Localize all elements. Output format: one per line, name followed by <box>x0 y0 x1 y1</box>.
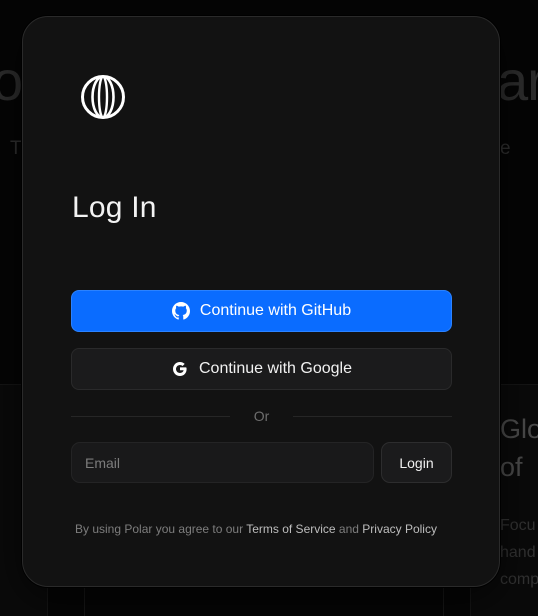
background-hero-text-right: ar <box>497 49 538 112</box>
terms-prefix-text: By using Polar you agree to our <box>75 522 247 536</box>
github-icon <box>171 302 190 320</box>
background-subtitle-left: T <box>10 138 22 159</box>
or-divider: Or <box>71 407 452 425</box>
background-card-text: Focu hand comp <box>500 517 538 588</box>
background-hero-text-left: o <box>0 49 23 112</box>
divider-text: Or <box>253 408 270 424</box>
github-button-label: Continue with GitHub <box>199 302 352 319</box>
terms-conjunction-text: and <box>335 522 363 536</box>
terms-notice: By using Polar you agree to our Terms of… <box>75 522 455 536</box>
background-card-title: Glo of <box>500 414 538 482</box>
background-card-bottom <box>84 586 444 616</box>
divider-line-left <box>71 415 230 417</box>
terms-of-service-link[interactable]: Terms of Service <box>246 522 335 536</box>
google-icon <box>171 360 189 378</box>
page-title: Log In <box>72 191 157 224</box>
continue-with-google-button[interactable]: Continue with Google <box>71 348 452 390</box>
continue-with-github-button[interactable]: Continue with GitHub <box>71 290 452 332</box>
background-subtitle-right: e <box>500 138 511 159</box>
login-modal: Log In Continue with GitHub Continue wit… <box>22 16 500 587</box>
divider-line-right <box>293 415 452 417</box>
google-button-label: Continue with Google <box>199 360 352 377</box>
email-input[interactable] <box>71 442 374 483</box>
polar-logo-icon <box>80 74 126 120</box>
privacy-policy-link[interactable]: Privacy Policy <box>362 522 437 536</box>
login-button[interactable]: Login <box>381 442 452 483</box>
